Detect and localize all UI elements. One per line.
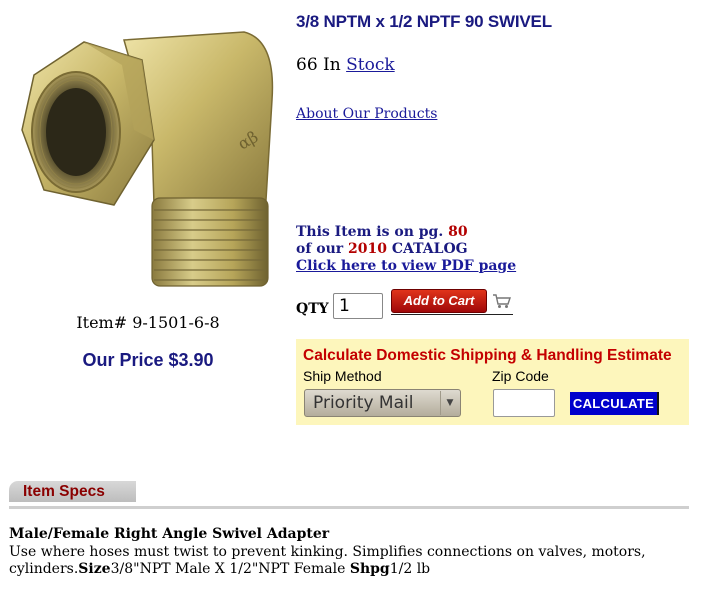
catalog-word: CATALOG bbox=[391, 241, 468, 257]
catalog-line-1: This Item is on pg. 80 bbox=[296, 224, 516, 241]
our-price: Our Price $3.90 bbox=[82, 350, 214, 370]
add-to-cart-button[interactable]: Add to Cart bbox=[391, 289, 487, 313]
calculate-button[interactable]: CALCULATE bbox=[570, 392, 659, 415]
stock-status: 66 In Stock bbox=[296, 55, 395, 75]
qty-input[interactable] bbox=[333, 293, 383, 319]
spec-description: Use where hoses must twist to prevent ki… bbox=[9, 544, 699, 578]
zip-code-label: Zip Code bbox=[492, 368, 549, 384]
pdf-page-link[interactable]: Click here to view PDF page bbox=[296, 258, 516, 275]
spec-heading: Male/Female Right Angle Swivel Adapter bbox=[9, 526, 330, 542]
shopping-cart-icon[interactable] bbox=[492, 293, 512, 309]
item-specs-tab[interactable]: Item Specs bbox=[9, 481, 136, 502]
ship-method-value: Priority Mail bbox=[313, 393, 414, 413]
catalog-page-prefix: This Item is on pg. bbox=[296, 224, 444, 240]
stock-link[interactable]: Stock bbox=[346, 55, 395, 75]
spec-shpg-label: Shpg bbox=[349, 561, 390, 577]
product-image: αβ bbox=[21, 31, 274, 287]
catalog-line-2: of our 2010 CATALOG bbox=[296, 241, 516, 258]
chevron-down-icon: ▼ bbox=[440, 391, 459, 415]
add-to-cart: Add to Cart bbox=[391, 289, 513, 315]
spec-size-label: Size bbox=[78, 561, 111, 577]
item-number: Item# 9-1501-6-8 bbox=[76, 313, 220, 332]
zip-code-input[interactable] bbox=[493, 389, 555, 417]
shipping-estimate-panel: Calculate Domestic Shipping & Handling E… bbox=[296, 339, 689, 425]
qty-label: QTY bbox=[296, 301, 329, 317]
about-products-link[interactable]: About Our Products bbox=[296, 106, 437, 122]
ship-method-label: Ship Method bbox=[303, 368, 382, 384]
shipping-title: Calculate Domestic Shipping & Handling E… bbox=[303, 347, 672, 364]
spec-shpg-value: 1/2 lb bbox=[389, 561, 431, 577]
catalog-page-number: 80 bbox=[448, 224, 468, 240]
spec-size-value: 3/8"NPT Male X 1/2"NPT Female bbox=[110, 561, 346, 577]
specs-divider bbox=[9, 506, 689, 509]
product-title: 3/8 NPTM x 1/2 NPTF 90 SWIVEL bbox=[296, 12, 552, 31]
item-specs-tab-label: Item Specs bbox=[23, 483, 105, 500]
catalog-info: This Item is on pg. 80 of our 2010 CATAL… bbox=[296, 224, 516, 275]
catalog-year: 2010 bbox=[348, 241, 387, 257]
stock-count: 66 In bbox=[296, 55, 341, 75]
ship-method-select[interactable]: Priority Mail ▼ bbox=[304, 389, 461, 417]
catalog-year-prefix: of our bbox=[296, 241, 344, 257]
